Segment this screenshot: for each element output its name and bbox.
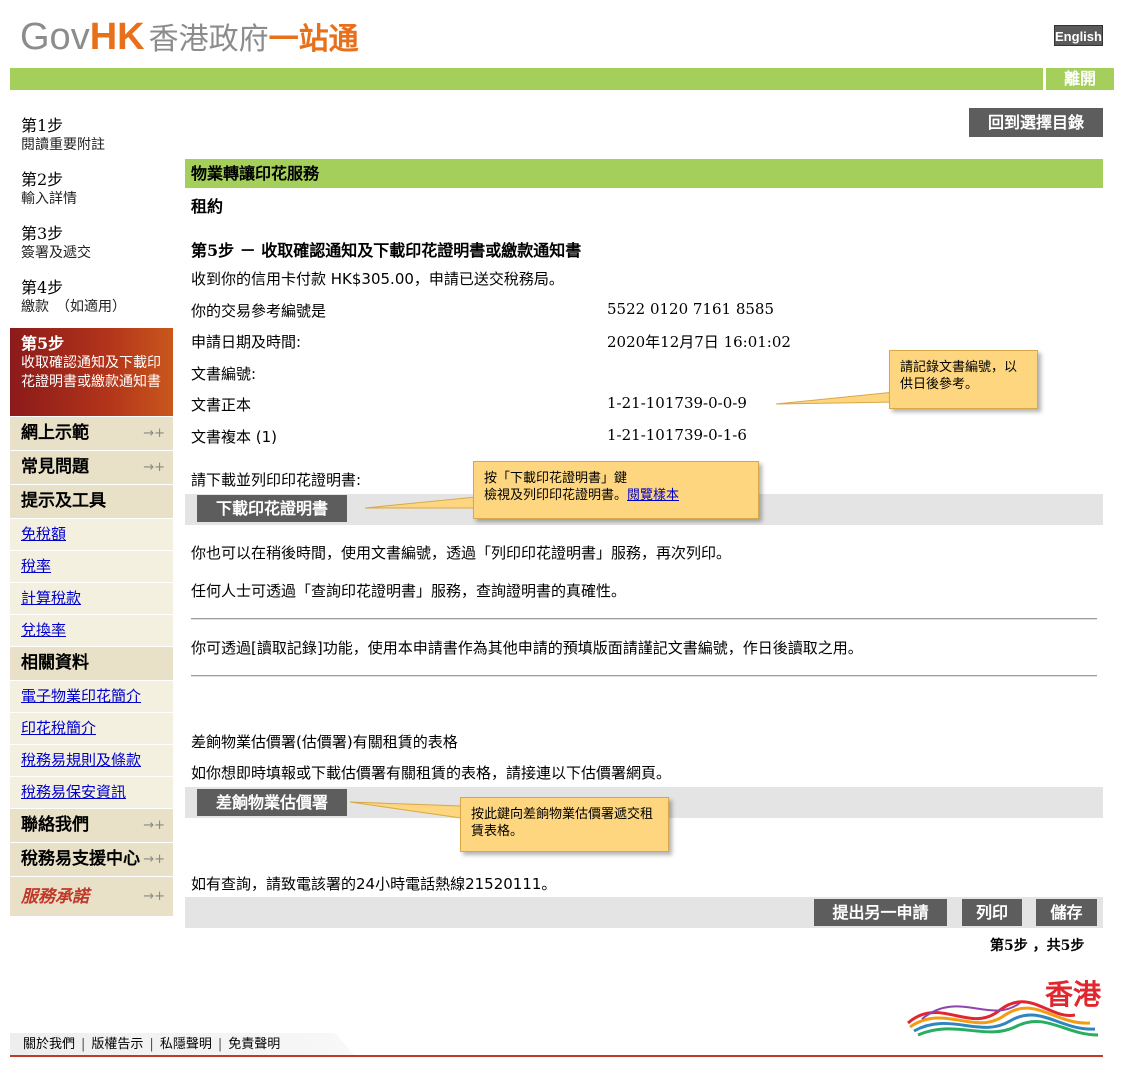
record-doc-no-tooltip: 請記錄文書編號，以供日後參考。 [889, 350, 1038, 409]
tooltip-text: 按「下載印花證明書」鍵 [484, 471, 628, 486]
tooltip-text: 按此鍵向差餉物業估價署遞交租賃表格。 [471, 807, 654, 839]
view-sample-link[interactable]: 閱覽樣本 [627, 488, 679, 503]
footer-red-line [10, 1055, 1103, 1057]
download-tooltip: 按「下載印花證明書」鍵 檢視及列印印花證明書。閱覽樣本 [473, 461, 759, 519]
callout-pointer [775, 391, 896, 405]
callout-pointers [349, 391, 896, 819]
footer-link-disclaimer[interactable]: 免責聲明 [228, 1037, 280, 1052]
separator: | [217, 1037, 223, 1052]
callout-pointer [349, 801, 462, 819]
tooltip-text: 檢視及列印印花證明書。 [484, 488, 628, 503]
separator: | [149, 1037, 154, 1052]
rvd-tooltip: 按此鍵向差餉物業估價署遞交租賃表格。 [460, 797, 669, 852]
separator: | [81, 1037, 86, 1052]
footer-links: 關於我們 | 版權告示 | 私隱聲明 | 免責聲明 [10, 1033, 355, 1056]
footer-link-privacy[interactable]: 私隱聲明 [160, 1037, 212, 1052]
brand-text: 香港 [1044, 978, 1101, 1011]
tooltip-text: 請記錄文書編號，以供日後參考。 [900, 360, 1018, 392]
hong-kong-brand-logo: 香港 [900, 975, 1105, 1040]
footer-link-copyright[interactable]: 版權告示 [91, 1037, 143, 1052]
footer-link-about[interactable]: 關於我們 [23, 1037, 75, 1052]
callout-pointer [364, 496, 477, 509]
